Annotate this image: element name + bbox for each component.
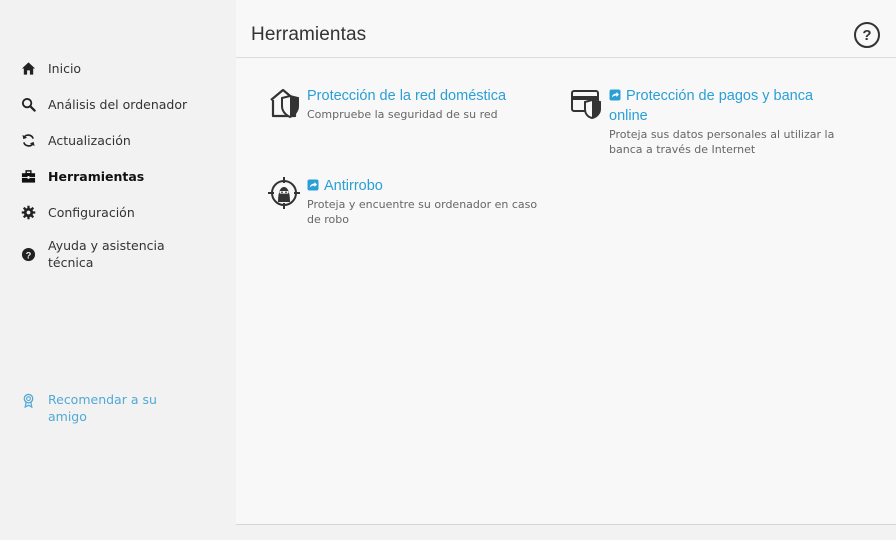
- sidebar: Inicio Análisis del ordenador Actualizac…: [0, 0, 236, 540]
- search-icon: [20, 96, 36, 112]
- recommend-label: Recomendar a su amigo: [48, 392, 157, 424]
- tool-title-text: Antirrobo: [324, 178, 383, 194]
- sidebar-item-label: Análisis del ordenador: [48, 96, 188, 112]
- home-shield-icon: [268, 86, 302, 120]
- award-icon: [20, 392, 36, 408]
- sidebar-item-inicio[interactable]: Inicio: [0, 50, 236, 86]
- sidebar-item-label: Herramientas: [48, 168, 145, 184]
- briefcase-icon: [20, 168, 36, 184]
- gear-icon: [20, 204, 36, 220]
- sidebar-item-label: Configuración: [48, 204, 135, 220]
- sidebar-item-actualizacion[interactable]: Actualización: [0, 122, 236, 158]
- sidebar-item-analisis[interactable]: Análisis del ordenador: [0, 86, 236, 122]
- sidebar-item-herramientas[interactable]: Herramientas: [0, 158, 236, 194]
- sidebar-item-label: Ayuda y asistencia técnica: [48, 238, 165, 270]
- tool-anti-theft[interactable]: Antirrobo Proteja y encuentre su ordenad…: [268, 176, 547, 227]
- tool-description: Proteja sus datos personales al utilizar…: [609, 128, 835, 156]
- tool-banking-protection[interactable]: Protección de pagos y banca online Prote…: [570, 86, 849, 157]
- tool-home-network[interactable]: Protección de la red doméstica Compruebe…: [268, 86, 547, 122]
- sidebar-item-label: Inicio: [48, 60, 82, 76]
- sidebar-item-label: Actualización: [48, 132, 131, 148]
- target-thief-icon: [268, 176, 302, 210]
- tool-title-text: Protección de pagos y banca online: [609, 88, 814, 124]
- sidebar-item-configuracion[interactable]: Configuración: [0, 194, 236, 230]
- external-link-icon: [307, 179, 319, 191]
- recommend-link[interactable]: Recomendar a su amigo: [20, 391, 168, 425]
- header: Herramientas ?: [236, 0, 896, 58]
- tool-title[interactable]: Protección de pagos y banca online: [609, 86, 849, 126]
- sidebar-item-ayuda[interactable]: ? Ayuda y asistencia técnica: [0, 230, 236, 278]
- refresh-icon: [20, 132, 36, 148]
- tool-description: Proteja y encuentre su ordenador en caso…: [307, 198, 538, 226]
- help-icon: ?: [20, 246, 36, 262]
- home-icon: [20, 60, 36, 76]
- sidebar-nav: Inicio Análisis del ordenador Actualizac…: [0, 50, 236, 278]
- page-title: Herramientas: [251, 24, 367, 45]
- main-panel: Herramientas ? Protección de la red domé…: [236, 0, 896, 525]
- tool-title[interactable]: Protección de la red doméstica: [307, 86, 547, 106]
- tool-title[interactable]: Antirrobo: [307, 176, 547, 196]
- card-shield-icon: [570, 86, 604, 120]
- tool-description: Compruebe la seguridad de su red: [307, 108, 498, 121]
- help-button[interactable]: ?: [854, 22, 880, 48]
- svg-text:?: ?: [25, 250, 31, 260]
- external-link-icon: [609, 89, 621, 101]
